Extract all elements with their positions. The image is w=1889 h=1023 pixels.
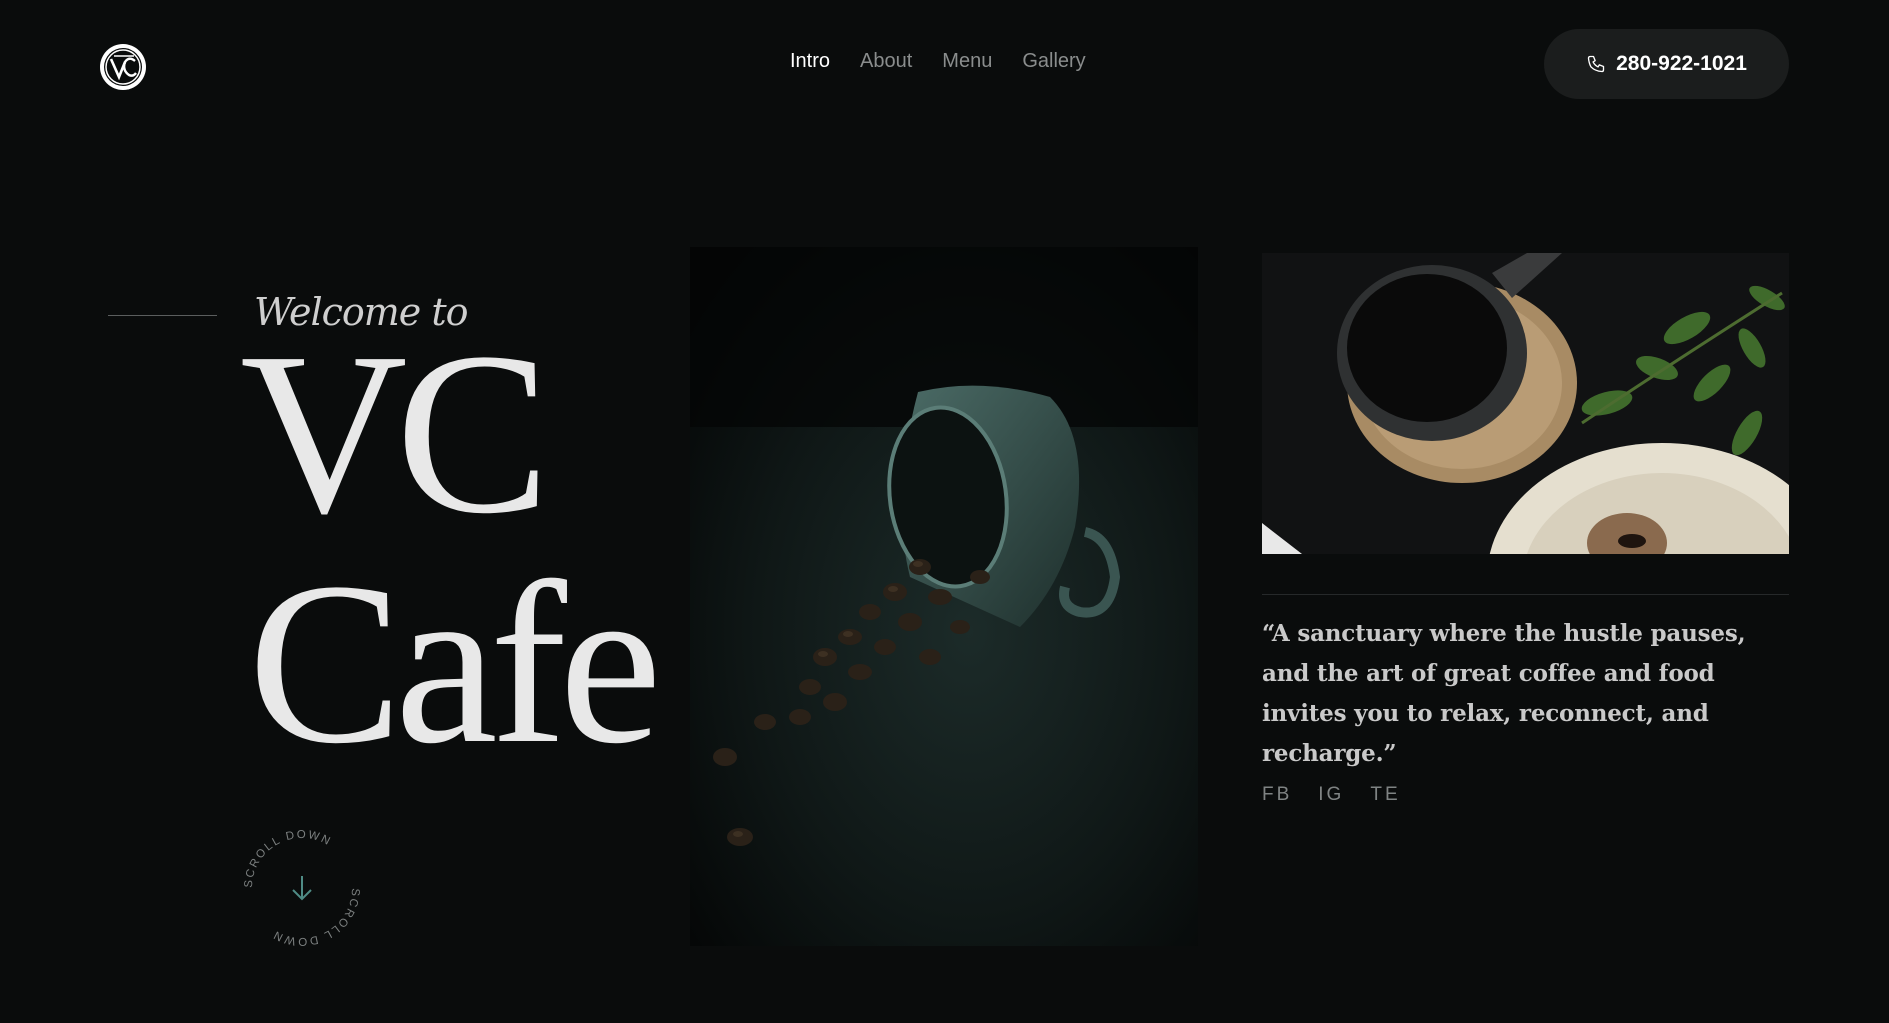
scroll-down-button[interactable]: SCROLL DOWN SCROLL DOWN (240, 826, 364, 950)
phone-icon (1587, 55, 1605, 73)
nav-item-menu[interactable]: Menu (942, 50, 992, 73)
social-link-ig[interactable]: IG (1318, 784, 1344, 806)
hero-title-line2: Cafe (248, 535, 662, 792)
phone-number: 280-922-1021 (1616, 52, 1747, 75)
hero-coffee-cup-image (690, 247, 1198, 946)
quote-text: “A sanctuary where the hustle pauses, an… (1262, 620, 1746, 767)
vc-monogram-logo-icon (100, 44, 146, 90)
arrow-down-icon (292, 876, 312, 901)
nav-item-gallery[interactable]: Gallery (1022, 50, 1085, 73)
welcome-divider (108, 315, 217, 316)
quote-divider (1262, 594, 1789, 595)
nav-item-about[interactable]: About (860, 50, 912, 73)
main-nav: Intro About Menu Gallery (790, 50, 1086, 73)
hero-title-line1: VC (240, 305, 550, 562)
scroll-down-label: SCROLL DOWN (243, 829, 334, 888)
social-link-te[interactable]: TE (1370, 784, 1400, 806)
social-links: FB IG TE (1262, 784, 1401, 806)
coffee-table-image (1262, 253, 1789, 554)
nav-item-intro[interactable]: Intro (790, 50, 830, 73)
social-link-fb[interactable]: FB (1262, 784, 1292, 806)
scroll-down-label-repeat: SCROLL DOWN (270, 888, 361, 947)
logo[interactable] (98, 42, 148, 92)
phone-button[interactable]: 280-922-1021 (1544, 29, 1789, 99)
